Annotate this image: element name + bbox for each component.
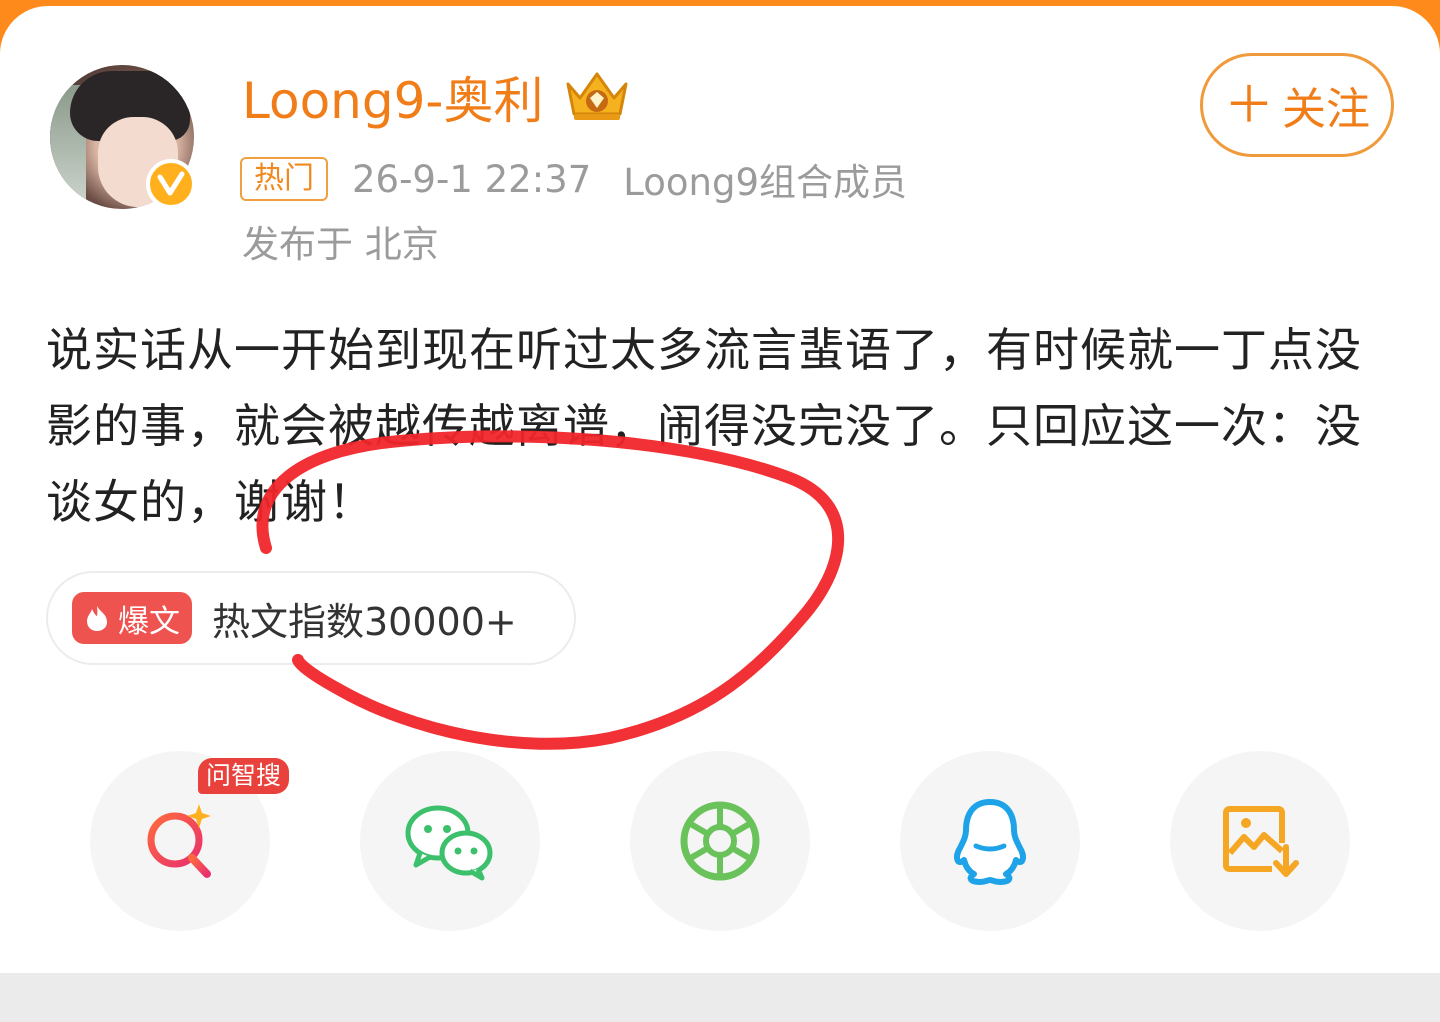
post-location: 发布于 北京 bbox=[242, 223, 439, 266]
post-meta: 热门 26-9-1 22:37 Loong9组合成员 bbox=[240, 154, 939, 204]
follow-button[interactable]: ＋ 关注 bbox=[1200, 53, 1394, 157]
wechat-icon bbox=[405, 805, 493, 881]
post-body-text: 说实话从一开始到现在听过太多流言蜚语了，有时候就一丁点没影的事，就会被越传越离谱… bbox=[46, 323, 1362, 529]
wechat-share-button[interactable] bbox=[360, 751, 540, 931]
save-image-icon bbox=[1223, 806, 1299, 877]
ai-search-icon bbox=[147, 804, 211, 878]
save-image-button[interactable] bbox=[1170, 751, 1350, 931]
hot-article-label: 爆文 bbox=[118, 603, 180, 640]
hot-article-badge: 爆文 bbox=[72, 592, 192, 644]
verified-badge-icon bbox=[146, 159, 196, 209]
qq-share-button[interactable] bbox=[900, 751, 1080, 931]
moments-icon bbox=[680, 801, 760, 881]
crown-icon[interactable] bbox=[562, 68, 632, 124]
hot-tag[interactable]: 热门 bbox=[240, 157, 328, 201]
v-mark-icon bbox=[157, 171, 185, 196]
flame-icon bbox=[87, 606, 107, 631]
post-source: Loong9组合成员 bbox=[623, 161, 907, 204]
post-timestamp: 26-9-1 22:37 bbox=[352, 157, 592, 201]
moments-share-button[interactable] bbox=[630, 751, 810, 931]
hot-index-text: 热文指数30000+ bbox=[212, 599, 517, 644]
plus-icon: ＋ bbox=[1224, 76, 1274, 134]
hot-index-pill[interactable]: 爆文 热文指数30000+ bbox=[46, 571, 576, 665]
follow-label: 关注 bbox=[1282, 84, 1370, 135]
ai-search-badge: 问智搜 bbox=[198, 758, 290, 794]
username[interactable]: Loong9-奥利 bbox=[242, 70, 543, 132]
qq-icon bbox=[954, 799, 1026, 885]
screenshot-page: Loong9-奥利 ＋ 关注 热门 26-9-1 22:37 Loong9组合成… bbox=[0, 0, 1440, 1022]
